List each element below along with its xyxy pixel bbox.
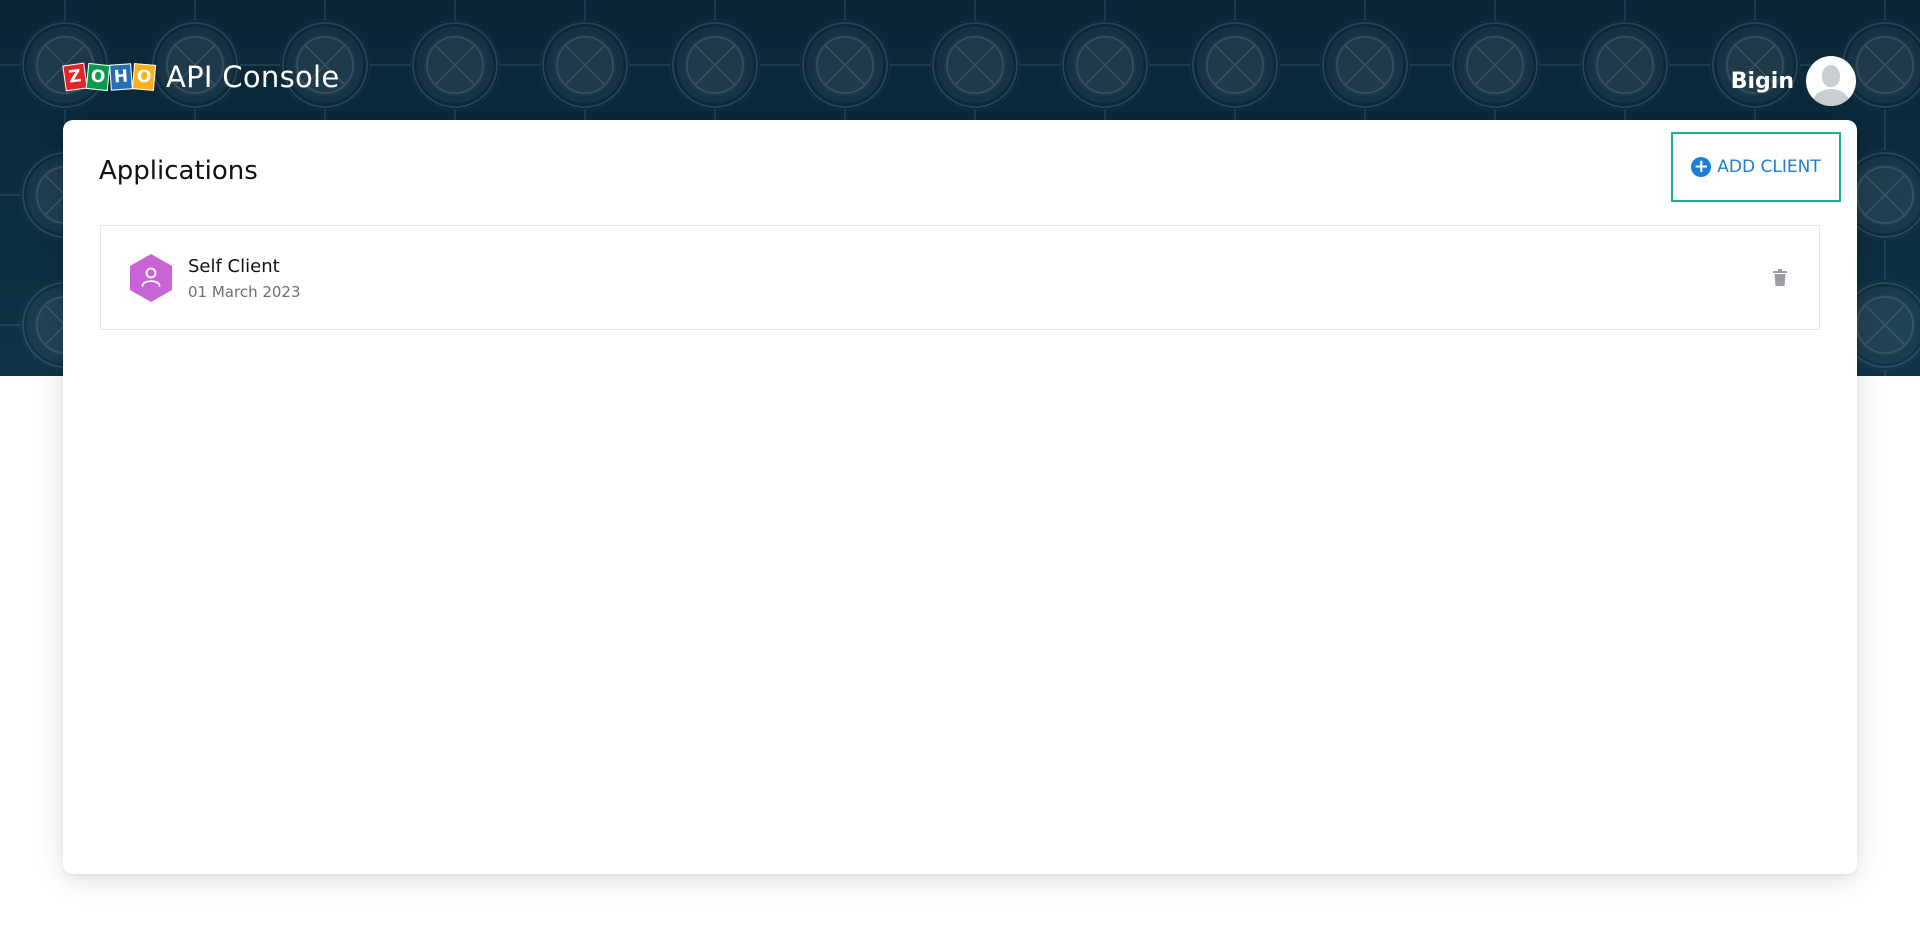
trash-icon[interactable] [1773,269,1787,286]
app-title: API Console [166,60,340,94]
client-date: 01 March 2023 [188,283,301,301]
avatar[interactable] [1806,56,1856,106]
logo-letter-z: Z [62,62,88,92]
plus-circle-icon: + [1691,157,1712,177]
add-client-button[interactable]: + ADD CLIENT [1671,132,1841,202]
client-list: Self Client 01 March 2023 [100,225,1820,330]
client-name: Self Client [188,256,280,277]
page-title: Applications [99,156,258,186]
user-menu[interactable]: Bigin [1731,56,1856,106]
list-item[interactable]: Self Client 01 March 2023 [101,226,1819,329]
add-client-label: ADD CLIENT [1717,157,1821,177]
applications-card: Applications + ADD CLIENT Self Client 01… [63,120,1857,874]
logo-letter-o2: O [131,63,157,91]
top-header: Z O H O API Console Bigin [62,56,1856,108]
logo-letter-o: O [85,62,111,92]
avatar-head-icon [1822,65,1840,87]
user-name[interactable]: Bigin [1731,69,1794,94]
logo-letter-h: H [109,63,133,91]
user-hexagon-icon [130,254,172,302]
zoho-logo[interactable]: Z O H O API Console [62,60,340,94]
avatar-body-icon [1813,89,1849,106]
